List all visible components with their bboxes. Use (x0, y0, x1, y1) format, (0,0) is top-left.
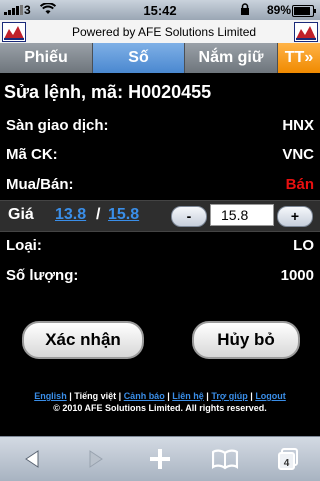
symbol-row: Mã CK: VNC (6, 146, 314, 168)
battery-percent: 89% (267, 3, 292, 17)
type-value: LO (293, 237, 314, 254)
footer-separator: | (118, 391, 122, 401)
quantity-value: 1000 (280, 267, 314, 284)
copyright: © 2010 AFE Solutions Limited. All rights… (53, 403, 267, 413)
price-increase-button[interactable]: + (277, 206, 313, 227)
quantity-label: Số lượng: (6, 267, 79, 284)
pages-icon[interactable]: 4 (256, 437, 320, 481)
price-low-link[interactable]: 13.8 (55, 206, 86, 224)
lock-icon (240, 3, 250, 19)
quantity-row: Số lượng: 1000 (6, 267, 314, 289)
afe-logo-icon (294, 22, 318, 42)
symbol-value: VNC (282, 146, 314, 163)
side-row: Mua/Bán: Bán (6, 176, 314, 198)
tab-so[interactable]: Số (93, 43, 185, 73)
link-english[interactable]: English (34, 391, 67, 401)
exchange-label: Sàn giao dịch: (6, 117, 109, 134)
price-label: Giá (8, 206, 34, 223)
bookmarks-icon[interactable] (192, 437, 256, 481)
add-icon[interactable] (128, 437, 192, 481)
footer-links: English | Tiếng việt | Cảnh báo | Liên h… (0, 390, 320, 402)
tab-bar: Phiếu Số Nắm giữ TT» (0, 43, 320, 73)
symbol-label: Mã CK: (6, 146, 58, 163)
link-contact[interactable]: Liên hệ (172, 391, 204, 401)
footer: English | Tiếng việt | Cảnh báo | Liên h… (0, 390, 320, 414)
side-value: Bán (285, 176, 314, 193)
link-help[interactable]: Trợ giúp (211, 391, 247, 401)
tab-phieu[interactable]: Phiếu (0, 43, 93, 73)
exchange-row: Sàn giao dịch: HNX (6, 117, 314, 139)
footer-separator: | (206, 391, 209, 401)
footer-separator: | (69, 391, 72, 401)
tab-more[interactable]: TT» (278, 43, 320, 73)
price-input[interactable]: 15.8 (210, 204, 274, 226)
forward-icon[interactable] (64, 437, 128, 481)
browser-toolbar: 4 (0, 436, 320, 481)
exchange-value: HNX (282, 117, 314, 134)
banner-text: Powered by AFE Solutions Limited (72, 25, 257, 39)
confirm-button[interactable]: Xác nhận (22, 321, 144, 359)
side-label: Mua/Bán: (6, 176, 74, 193)
page-title: Sửa lệnh, mã: H0020455 (4, 82, 212, 102)
link-logout[interactable]: Logout (255, 391, 286, 401)
footer-separator: | (250, 391, 253, 401)
lang-vietnamese: Tiếng việt (74, 391, 117, 401)
price-high-link[interactable]: 15.8 (108, 206, 139, 224)
battery-icon (292, 5, 316, 17)
type-label: Loại: (6, 237, 42, 254)
price-separator: / (96, 206, 101, 223)
powered-by-banner: Powered by AFE Solutions Limited (0, 20, 320, 43)
price-decrease-button[interactable]: - (171, 206, 207, 227)
price-bar: Giá 13.8 / 15.8 - 15.8 + (0, 200, 320, 232)
cancel-button[interactable]: Hủy bỏ (192, 321, 300, 359)
pages-count: 4 (284, 458, 290, 469)
footer-separator: | (167, 391, 170, 401)
tab-nam-giu[interactable]: Nắm giữ (185, 43, 278, 73)
type-row: Loại: LO (6, 237, 314, 259)
back-icon[interactable] (0, 437, 64, 481)
link-warning[interactable]: Cảnh báo (124, 391, 165, 401)
status-bar: 3 15:42 89% (0, 0, 320, 20)
